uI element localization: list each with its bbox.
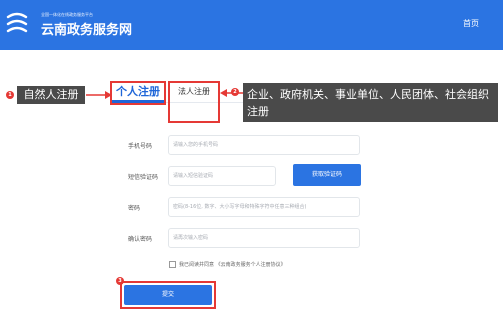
platform-tagline: 全国一体化在线政务服务平台	[41, 12, 93, 17]
home-link[interactable]: 首页	[463, 18, 479, 29]
agreement-row: 我已阅读并同意 《云南政务服务个人注册协议》	[169, 261, 286, 268]
agreement-checkbox[interactable]	[169, 261, 176, 268]
site-title[interactable]: 云南政务服务网	[41, 19, 132, 38]
marker-2: 2	[231, 88, 239, 96]
logo-icon	[6, 12, 28, 33]
highlight-box-legal-tab	[168, 81, 220, 123]
top-header-bar: 全国一体化在线政务服务平台 云南政务服务网 首页	[0, 0, 503, 50]
annotation-legal: 企业、政府机关、事业单位、人民团体、社会组织注册	[243, 83, 498, 122]
marker-1: 1	[6, 91, 14, 99]
highlight-box-personal-tab	[110, 81, 166, 105]
arrow-to-personal-tab	[86, 91, 112, 99]
phone-label: 手机号码	[128, 143, 153, 150]
password-input[interactable]: 密码(8-16位, 数字、大小写字母和特殊字符中任意三种组合)	[168, 197, 360, 217]
confirm-password-label: 确认密码	[128, 236, 153, 243]
sms-code-input[interactable]: 请输入短信验证码	[168, 166, 276, 186]
phone-input[interactable]: 请输入您的手机号码	[168, 135, 360, 155]
agreement-text[interactable]: 我已阅读并同意 《云南政务服务个人注册协议》	[179, 262, 286, 268]
marker-3: 3	[116, 277, 124, 285]
password-label: 密码	[128, 205, 141, 212]
annotation-personal: 自然人注册	[17, 86, 85, 104]
sms-code-label: 短信验证码	[128, 174, 159, 181]
confirm-password-input[interactable]: 请再次输入密码	[168, 228, 360, 248]
submit-button[interactable]: 提交	[124, 285, 212, 305]
get-code-button[interactable]: 获取验证码	[293, 164, 361, 186]
